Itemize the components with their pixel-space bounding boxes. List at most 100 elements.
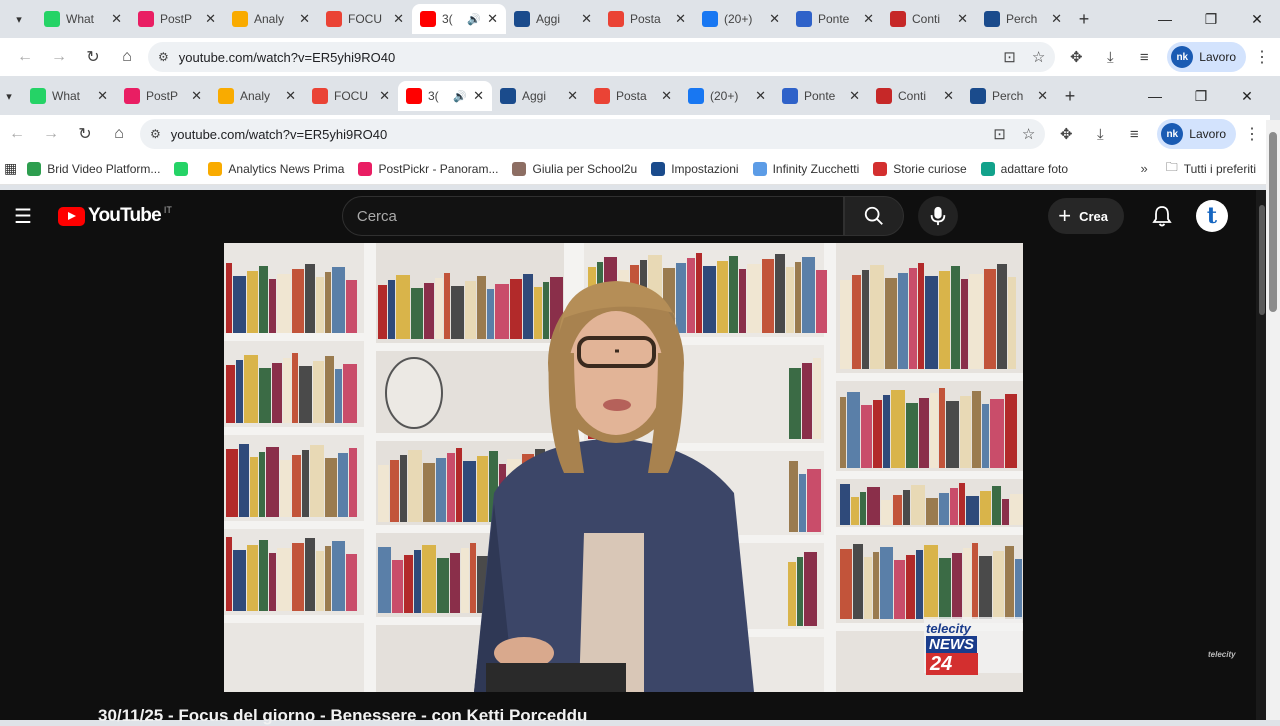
close-tab-icon[interactable]: ✕ <box>205 11 216 27</box>
tab-5[interactable]: Aggi ✕ <box>492 81 586 111</box>
close-tab-icon[interactable]: ✕ <box>191 88 202 104</box>
restore-button[interactable]: ❐ <box>1178 88 1224 105</box>
restore-button[interactable]: ❐ <box>1188 11 1234 28</box>
close-window-button[interactable]: ✕ <box>1234 11 1280 28</box>
close-tab-icon[interactable]: ✕ <box>769 11 780 27</box>
apps-grid-icon[interactable]: ▦ <box>4 160 17 177</box>
chrome-menu-icon[interactable]: ⋮ <box>1242 124 1262 144</box>
tab-4[interactable]: 3(🔊 ✕ <box>398 81 492 111</box>
profile-button[interactable]: nk Lavoro <box>1167 42 1246 72</box>
tab-10[interactable]: Perch ✕ <box>976 4 1070 34</box>
minimize-button[interactable]: — <box>1132 88 1178 105</box>
tab-2[interactable]: Analy ✕ <box>224 4 318 34</box>
media-control-icon[interactable]: ≡ <box>1127 49 1161 66</box>
address-bar[interactable]: ⚙ youtube.com/watch?v=ER5yhi9RO40 ⊡ ☆ <box>148 42 1056 72</box>
close-tab-icon[interactable]: ✕ <box>849 88 860 104</box>
tab-5[interactable]: Aggi ✕ <box>506 4 600 34</box>
bookmark-item[interactable]: Brid Video Platform... <box>27 161 160 176</box>
tab-8[interactable]: Ponte ✕ <box>774 81 868 111</box>
close-tab-icon[interactable]: ✕ <box>755 88 766 104</box>
close-tab-icon[interactable]: ✕ <box>567 88 578 104</box>
close-tab-icon[interactable]: ✕ <box>285 88 296 104</box>
media-control-icon[interactable]: ≡ <box>1117 126 1151 143</box>
minimize-button[interactable]: — <box>1142 11 1188 28</box>
close-window-button[interactable]: ✕ <box>1224 88 1270 105</box>
bookmark-star-icon[interactable]: ☆ <box>1032 48 1045 66</box>
close-tab-icon[interactable]: ✕ <box>487 11 498 27</box>
tab-0[interactable]: What ✕ <box>36 4 130 34</box>
page-scrollbar-thumb[interactable] <box>1259 205 1265 315</box>
new-tab-button[interactable]: + <box>1056 86 1084 107</box>
voice-search-button[interactable] <box>917 196 958 236</box>
close-tab-icon[interactable]: ✕ <box>675 11 686 27</box>
bookmarks-overflow-icon[interactable]: » <box>1141 161 1148 176</box>
bookmark-item[interactable]: Giulia per School2u <box>512 161 637 176</box>
close-tab-icon[interactable]: ✕ <box>1051 11 1062 27</box>
reload-button[interactable]: ↻ <box>68 124 102 144</box>
all-bookmarks-folder[interactable]: 🗀 Tutti i preferiti <box>1166 158 1256 179</box>
tab-4[interactable]: 3(🔊 ✕ <box>412 4 506 34</box>
back-button[interactable]: ← <box>0 125 34 143</box>
bookmark-star-icon[interactable]: ☆ <box>1022 125 1035 143</box>
new-tab-button[interactable]: + <box>1070 9 1098 30</box>
tab-3[interactable]: FOCU ✕ <box>304 81 398 111</box>
tab-1[interactable]: PostP ✕ <box>130 4 224 34</box>
close-tab-icon[interactable]: ✕ <box>581 11 592 27</box>
bookmark-item[interactable]: Storie curiose <box>873 161 967 176</box>
tab-9[interactable]: Conti ✕ <box>882 4 976 34</box>
create-button[interactable]: + Crea <box>1048 198 1124 234</box>
close-tab-icon[interactable]: ✕ <box>97 88 108 104</box>
bookmark-item[interactable]: Impostazioni <box>651 161 739 176</box>
forward-button[interactable]: → <box>42 48 76 66</box>
close-tab-icon[interactable]: ✕ <box>661 88 672 104</box>
chrome-menu-icon[interactable]: ⋮ <box>1252 47 1272 67</box>
tab-7[interactable]: (20+) ✕ <box>680 81 774 111</box>
tab-6[interactable]: Posta ✕ <box>586 81 680 111</box>
downloads-icon[interactable]: ⤓ <box>1093 49 1127 66</box>
close-tab-icon[interactable]: ✕ <box>957 11 968 27</box>
close-tab-icon[interactable]: ✕ <box>1037 88 1048 104</box>
close-tab-icon[interactable]: ✕ <box>473 88 484 104</box>
extensions-icon[interactable]: ✥ <box>1059 48 1093 66</box>
close-tab-icon[interactable]: ✕ <box>943 88 954 104</box>
close-tab-icon[interactable]: ✕ <box>379 88 390 104</box>
close-tab-icon[interactable]: ✕ <box>393 11 404 27</box>
address-bar[interactable]: ⚙ youtube.com/watch?v=ER5yhi9RO40 ⊡ ☆ <box>140 119 1046 149</box>
back-button[interactable]: ← <box>8 48 42 66</box>
tab-2[interactable]: Analy ✕ <box>210 81 304 111</box>
close-tab-icon[interactable]: ✕ <box>111 11 122 27</box>
tab-search-button[interactable]: ▾ <box>6 6 32 32</box>
outer-scrollbar-thumb[interactable] <box>1269 132 1277 312</box>
speaker-icon[interactable]: 🔊 <box>453 90 467 103</box>
outer-scrollbar[interactable] <box>1266 120 1280 720</box>
reload-button[interactable]: ↻ <box>76 47 110 67</box>
home-button[interactable]: ⌂ <box>102 125 136 143</box>
tab-6[interactable]: Posta ✕ <box>600 4 694 34</box>
youtube-logo[interactable]: YouTube IT <box>58 205 172 227</box>
bookmark-item[interactable] <box>174 161 194 176</box>
profile-button[interactable]: nk Lavoro <box>1157 119 1236 149</box>
bookmark-item[interactable]: PostPickr - Panoram... <box>358 161 498 176</box>
bookmark-item[interactable]: Analytics News Prima <box>208 161 344 176</box>
tab-search-button[interactable]: ▾ <box>0 83 18 109</box>
install-app-icon[interactable]: ⊡ <box>993 125 1006 143</box>
tab-10[interactable]: Perch ✕ <box>962 81 1056 111</box>
bookmark-item[interactable]: adattare foto <box>980 161 1068 176</box>
extensions-icon[interactable]: ✥ <box>1049 125 1083 143</box>
install-app-icon[interactable]: ⊡ <box>1003 48 1016 66</box>
account-avatar[interactable]: t <box>1196 200 1228 232</box>
tab-3[interactable]: FOCU ✕ <box>318 4 412 34</box>
close-tab-icon[interactable]: ✕ <box>299 11 310 27</box>
forward-button[interactable]: → <box>34 125 68 143</box>
tab-8[interactable]: Ponte ✕ <box>788 4 882 34</box>
downloads-icon[interactable]: ⤓ <box>1083 126 1117 143</box>
tab-1[interactable]: PostP ✕ <box>116 81 210 111</box>
notifications-button[interactable] <box>1142 205 1182 227</box>
bookmark-item[interactable]: Infinity Zucchetti <box>752 161 859 176</box>
home-button[interactable]: ⌂ <box>110 48 144 66</box>
tab-7[interactable]: (20+) ✕ <box>694 4 788 34</box>
hamburger-menu-icon[interactable]: ☰ <box>14 204 42 229</box>
search-input[interactable]: Cerca <box>341 196 844 236</box>
video-player[interactable]: telecity NEWS 24 <box>224 243 1023 692</box>
close-tab-icon[interactable]: ✕ <box>863 11 874 27</box>
